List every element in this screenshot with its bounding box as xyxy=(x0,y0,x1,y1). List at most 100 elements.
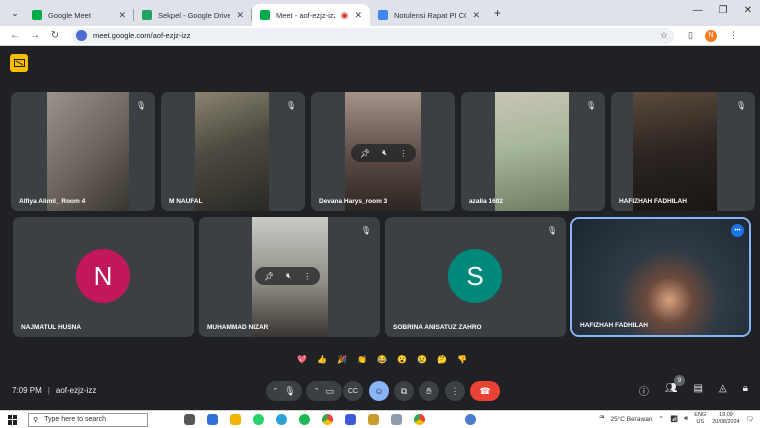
windows-taskbar: ⚲ Type here to search ⛅︎ 25°C Berawan ⌃ … xyxy=(0,410,760,428)
app-icon[interactable] xyxy=(368,414,379,425)
side-panel-icon[interactable]: ▯ xyxy=(688,30,693,41)
mute-tile-icon[interactable]: 🔇︎ xyxy=(286,271,291,281)
new-tab-button[interactable]: + xyxy=(494,6,501,20)
present-button[interactable]: ⧉ xyxy=(394,381,414,401)
close-window-icon[interactable]: ✕ xyxy=(744,5,752,16)
chevron-up-icon[interactable]: ⌃ xyxy=(272,387,278,395)
camera-button[interactable]: ⌃ ▭ xyxy=(306,381,342,401)
spotify-icon[interactable] xyxy=(299,414,310,425)
telegram-icon[interactable] xyxy=(276,414,287,425)
back-icon[interactable]: ← xyxy=(10,30,20,41)
windows-start-icon[interactable] xyxy=(8,414,18,425)
emoji-icon: ☺ xyxy=(374,386,384,396)
participant-name: Devana Harys_room 3 xyxy=(319,198,388,205)
chat-icon[interactable]: ▤ xyxy=(694,383,703,398)
notification-icon[interactable]: 🗨︎ xyxy=(746,415,754,423)
weather-text[interactable]: 25°C Berawan xyxy=(610,416,652,423)
participant-tile[interactable]: 🎙︎ Alfiya Alimil_ Room 4 xyxy=(11,92,155,211)
participant-tile[interactable]: 🎙︎ azalia 1602 xyxy=(461,92,605,211)
more-options-icon[interactable]: ⋮ xyxy=(303,272,311,281)
mic-off-icon: 🎙︎ xyxy=(285,100,297,110)
browser-menu-icon[interactable]: ⋮ xyxy=(729,30,738,41)
url-field[interactable]: meet.google.com/aof-ezjz-izz ☆ xyxy=(72,27,674,44)
pin-icon[interactable]: 📌︎ xyxy=(360,149,370,158)
phone-hangup-icon: ☎ xyxy=(479,385,491,396)
participant-tile[interactable]: 📌︎ 🔇︎ ⋮ 🎙︎ MUHAMMAD NIZAR xyxy=(199,217,380,337)
meeting-time: 7:09 PM xyxy=(12,386,42,395)
task-view-icon[interactable] xyxy=(184,414,195,425)
participant-tile-self[interactable]: ••• HAFIZHAH FADHILAH xyxy=(570,217,751,337)
emoji-button[interactable]: ☺ xyxy=(369,381,389,401)
bookmark-star-icon[interactable]: ☆ xyxy=(660,30,668,41)
reaction-surprised[interactable]: 😮 xyxy=(395,352,409,366)
info-icon[interactable]: ⓘ xyxy=(639,383,649,398)
reaction-heart[interactable]: 💖 xyxy=(295,352,309,366)
app-icon[interactable] xyxy=(345,414,356,425)
minimize-icon[interactable]: — xyxy=(693,5,703,16)
chrome-icon[interactable] xyxy=(322,414,333,425)
raise-hand-button[interactable]: ✋︎ xyxy=(419,381,439,401)
participant-tile[interactable]: S 🎙︎ SOBRINA ANISATUZ ZAHRO xyxy=(385,217,566,337)
profile-avatar[interactable]: N xyxy=(704,29,717,42)
pin-icon[interactable]: 📌︎ xyxy=(264,272,274,281)
search-placeholder: Type here to search xyxy=(44,416,107,423)
tab-google-meet[interactable]: Google Meet ✕ xyxy=(24,4,134,26)
search-icon: ⚲ xyxy=(33,416,39,424)
network-icon[interactable]: 📶︎ xyxy=(670,415,678,423)
captions-button[interactable]: CC xyxy=(343,381,363,401)
close-tab-icon[interactable]: ✕ xyxy=(236,10,244,21)
presentation-icon[interactable] xyxy=(10,54,28,72)
leave-call-button[interactable]: ☎ xyxy=(470,381,500,401)
host-controls-icon[interactable]: 🔒︎ xyxy=(743,383,748,398)
captions-icon: CC xyxy=(347,387,359,395)
participant-tile[interactable]: 🎙︎ M NAUFAL xyxy=(161,92,305,211)
app-icon[interactable] xyxy=(465,414,476,425)
participant-tile[interactable]: 🎙︎ HAFIZHAH FADHILAH xyxy=(611,92,755,211)
file-explorer-icon[interactable] xyxy=(230,414,241,425)
participant-video xyxy=(495,92,569,211)
clock[interactable]: 19:09 20/08/2024 xyxy=(712,412,740,426)
close-tab-icon[interactable]: ✕ xyxy=(354,10,362,21)
tab-google-drive[interactable]: Sekpel - Google Drive ✕ xyxy=(134,4,252,26)
reaction-thinking[interactable]: 🤔 xyxy=(435,352,449,366)
reaction-clap[interactable]: 👏 xyxy=(355,352,369,366)
reaction-thumbs-down[interactable]: 👎 xyxy=(455,352,469,366)
chevron-up-icon[interactable]: ⌃ xyxy=(314,387,320,395)
site-info-icon[interactable] xyxy=(76,30,87,41)
more-options-button[interactable]: ⋮ xyxy=(445,381,465,401)
reload-icon[interactable]: ↻ xyxy=(50,30,60,41)
people-icon[interactable]: 👥︎ xyxy=(665,383,678,398)
mute-tile-icon[interactable]: 🔇︎ xyxy=(382,148,387,158)
reaction-party[interactable]: 🎉 xyxy=(335,352,349,366)
close-tab-icon[interactable]: ✕ xyxy=(472,10,480,21)
whatsapp-icon[interactable] xyxy=(253,414,264,425)
mic-button[interactable]: ⌃ 🎙︎ xyxy=(266,381,302,401)
close-tab-icon[interactable]: ✕ xyxy=(118,10,126,21)
app-icon[interactable] xyxy=(391,414,402,425)
forward-icon[interactable]: → xyxy=(30,30,40,41)
language-indicator[interactable]: ENG US xyxy=(694,412,706,426)
participant-tile[interactable]: N NAJMATUL HUSNA xyxy=(13,217,194,337)
reaction-laugh[interactable]: 😂 xyxy=(375,352,389,366)
more-options-icon[interactable]: ⋮ xyxy=(399,149,407,158)
taskbar-search-input[interactable]: ⚲ Type here to search xyxy=(28,412,148,427)
chrome-icon[interactable] xyxy=(414,414,425,425)
participant-tile[interactable]: 📌︎ 🔇︎ ⋮ Devana Harys_room 3 xyxy=(311,92,455,211)
meet-favicon-icon xyxy=(32,10,42,20)
activities-icon[interactable]: ◬ xyxy=(719,383,727,398)
tab-notulensi[interactable]: Notulensi Rapat PI CO Kuliah Ti ✕ xyxy=(370,4,488,26)
volume-icon[interactable]: 🔊︎ xyxy=(684,415,688,423)
meeting-details: 7:09 PM | aof-ezjz-izz xyxy=(12,386,97,395)
reaction-sad[interactable]: 😢 xyxy=(415,352,429,366)
app-icon[interactable] xyxy=(207,414,218,425)
mic-off-icon: 🎙︎ xyxy=(585,100,597,110)
participant-video xyxy=(633,92,717,211)
tab-meet-active[interactable]: Meet - aof-ezjz-izz ◉ ✕ xyxy=(252,4,370,26)
participant-name: Alfiya Alimil_ Room 4 xyxy=(19,198,86,205)
tray-chevron-icon[interactable]: ⌃ xyxy=(658,415,663,423)
camera-icon: ▭ xyxy=(325,385,335,396)
taskbar-apps xyxy=(184,414,476,425)
maximize-icon[interactable]: ❐ xyxy=(719,5,728,16)
tab-search-icon[interactable]: ⌄ xyxy=(6,4,24,22)
reaction-thumbs-up[interactable]: 👍 xyxy=(315,352,329,366)
